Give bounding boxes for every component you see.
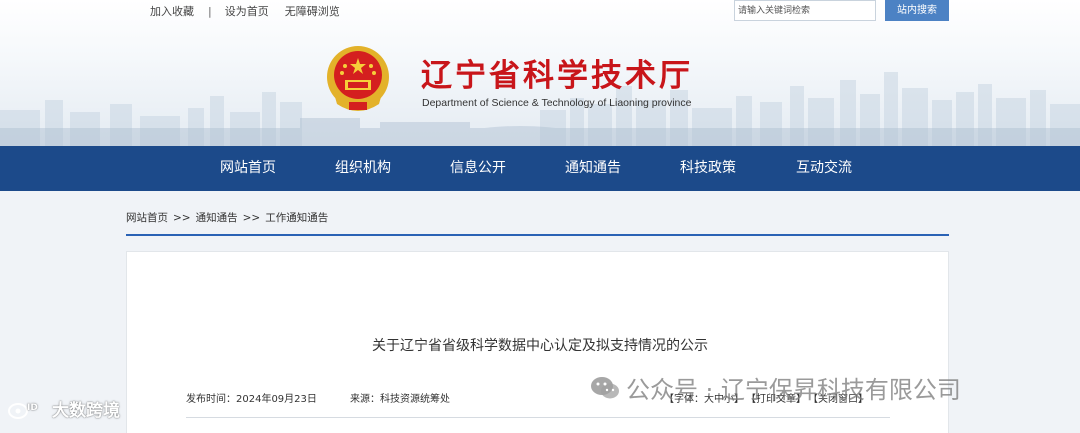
national-emblem-icon <box>327 46 389 111</box>
nav-item-tech-policy[interactable]: 科技政策 <box>680 146 736 191</box>
topbar-links: 加入收藏 | 设为首页 无障碍浏览 <box>150 3 340 19</box>
breadcrumb-separator: >> <box>173 211 191 224</box>
wechat-icon <box>591 376 619 398</box>
site-search-button[interactable]: 站内搜索 <box>885 0 949 21</box>
site-header: 加入收藏 | 设为首页 无障碍浏览 站内搜索 辽宁省科学技术厅 Departme… <box>0 0 1080 146</box>
set-homepage-link[interactable]: 设为首页 <box>225 3 269 19</box>
main-nav: 网站首页 组织机构 信息公开 通知通告 科技政策 互动交流 <box>0 146 1080 191</box>
weibo-logo-icon: ID <box>8 402 38 419</box>
breadcrumb-separator: >> <box>242 211 261 224</box>
svg-text:ID: ID <box>27 403 38 413</box>
watermark-right: 公众号 · 辽宁保昇科技有限公司 <box>590 370 961 405</box>
nav-item-notices[interactable]: 通知通告 <box>565 146 621 191</box>
watermark-right-text: 公众号 · 辽宁保昇科技有限公司 <box>626 376 961 404</box>
nav-item-organization[interactable]: 组织机构 <box>335 146 391 191</box>
site-subtitle: Department of Science & Technology of Li… <box>422 97 692 109</box>
add-favorite-link[interactable]: 加入收藏 <box>150 3 194 19</box>
watermark-left-text: 大数跨境 <box>52 401 120 421</box>
nav-item-home[interactable]: 网站首页 <box>220 146 276 191</box>
publish-date: 发布时间：2024年09月23日 <box>186 394 317 405</box>
breadcrumb-underline <box>126 234 949 236</box>
breadcrumb-item-home[interactable]: 网站首页 <box>126 210 168 225</box>
site-title: 辽宁省科学技术厅 <box>421 58 693 94</box>
breadcrumb-item-notices[interactable]: 通知通告 <box>196 210 238 225</box>
breadcrumb: 网站首页 >> 通知通告 >> 工作通知通告 <box>126 210 328 225</box>
breadcrumb-item-work-notices[interactable]: 工作通知通告 <box>265 210 328 225</box>
watermark-left: ID 大数跨境 <box>8 396 120 421</box>
article-title: 关于辽宁省省级科学数据中心认定及拟支持情况的公示 <box>372 338 708 354</box>
article-source: 来源：科技资源统筹处 <box>350 394 450 405</box>
accessible-browsing-link[interactable]: 无障碍浏览 <box>285 3 340 19</box>
topbar-separator: | <box>208 4 212 18</box>
meta-divider <box>186 417 890 418</box>
nav-item-info-disclosure[interactable]: 信息公开 <box>450 146 506 191</box>
nav-item-interaction[interactable]: 互动交流 <box>796 146 852 191</box>
search-input[interactable] <box>734 0 876 21</box>
